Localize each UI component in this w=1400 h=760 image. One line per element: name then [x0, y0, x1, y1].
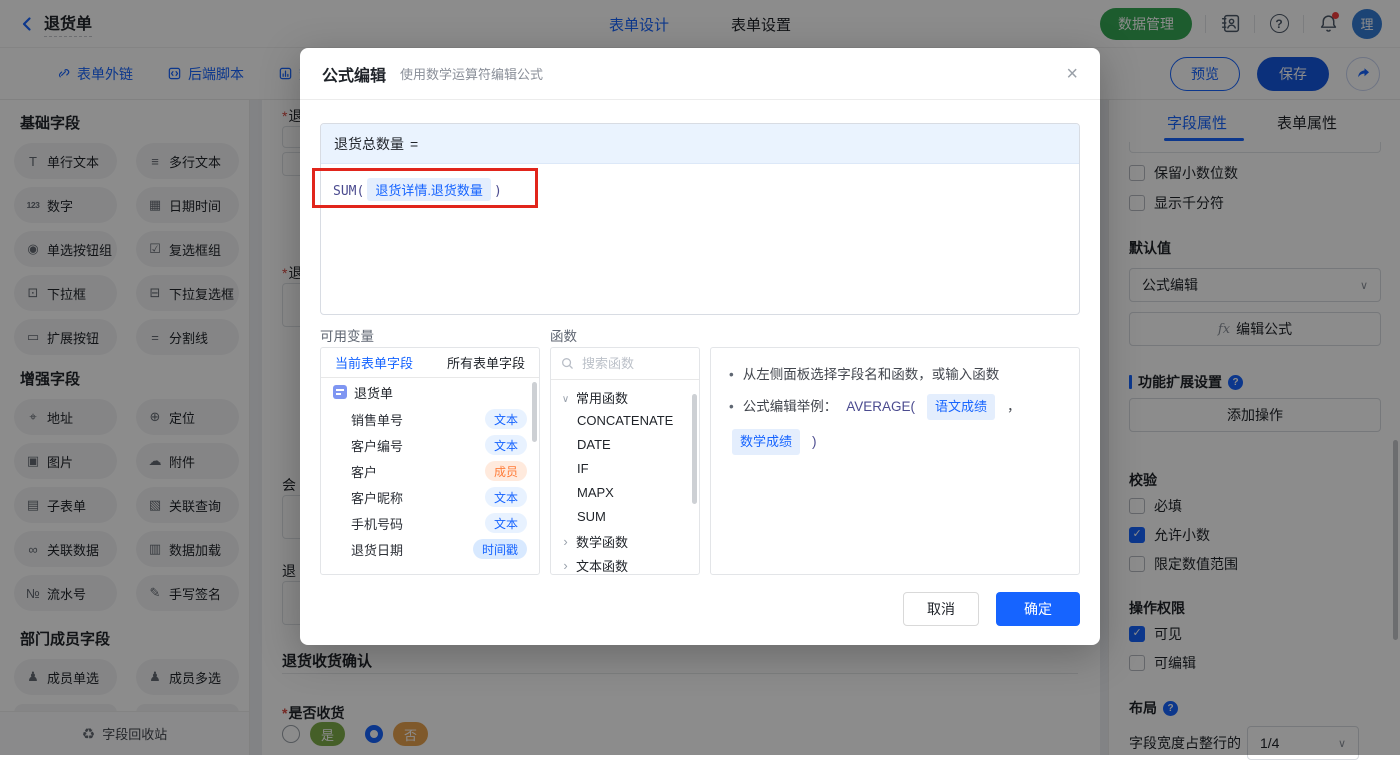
formula-target-bar: 退货总数量 =: [321, 124, 1079, 164]
function-token: ): [493, 184, 502, 199]
example-field-chip: 语文成绩: [927, 394, 996, 420]
tree-root-label: 退货单: [354, 385, 394, 401]
variables-tabs: 当前表单字段 所有表单字段: [321, 348, 539, 378]
variable-row[interactable]: 客户昵称 文本: [321, 484, 539, 510]
group-label: 数学函数: [576, 534, 629, 550]
modal-header: 公式编辑 使用数学运算符编辑公式 ×: [300, 48, 1100, 100]
function-list: 常用函数 CONCATENATE DATE IF MAPX SUM 数学函数 文…: [551, 380, 699, 574]
function-group-math[interactable]: 数学函数: [551, 529, 699, 553]
type-badge: 文本: [484, 513, 527, 533]
variable-row[interactable]: 手机号码 文本: [321, 510, 539, 536]
variable-name: 客户: [351, 464, 378, 480]
function-item[interactable]: DATE: [551, 433, 699, 457]
function-group-common[interactable]: 常用函数: [551, 385, 699, 409]
tab-current-form-fields[interactable]: 当前表单字段: [335, 353, 413, 372]
tip-line-2: 公式编辑举例： AVERAGE( 语文成绩 ， 数学成绩 ): [729, 394, 1061, 455]
modal-subtitle: 使用数学运算符编辑公式: [400, 67, 544, 82]
tab-all-form-fields[interactable]: 所有表单字段: [447, 353, 525, 372]
variable-row[interactable]: 客户编号 文本: [321, 432, 539, 458]
type-badge: 文本: [484, 487, 527, 507]
variables-panel: 当前表单字段 所有表单字段 退货单 销售单号 文本 客户编号 文本 客户 成员 客户昵…: [320, 347, 540, 575]
group-label: 常用函数: [576, 390, 629, 406]
form-doc-icon: [333, 385, 347, 399]
variable-name: 销售单号: [351, 412, 404, 428]
functions-panel: 常用函数 CONCATENATE DATE IF MAPX SUM 数学函数 文…: [550, 347, 700, 575]
formula-target-field: 退货总数量: [334, 135, 404, 152]
variables-label: 可用变量: [320, 329, 374, 344]
formula-edit-modal: 公式编辑 使用数学运算符编辑公式 × 退货总数量 = SUM(退货详情.退货数量…: [300, 48, 1100, 645]
tip-prefix: 公式编辑举例：: [742, 399, 838, 414]
type-badge: 文本: [484, 409, 527, 429]
functions-scrollbar[interactable]: [692, 394, 697, 504]
variable-name: 手机号码: [351, 516, 404, 532]
formula-editor[interactable]: 退货总数量 = SUM(退货详情.退货数量): [320, 123, 1080, 315]
function-search-input[interactable]: [580, 355, 680, 372]
modal-footer: 取消 确定: [903, 592, 1080, 626]
example-field-chip: 数学成绩: [732, 429, 801, 455]
function-token: SUM(: [333, 184, 365, 199]
type-badge: 时间戳: [472, 539, 527, 559]
function-search[interactable]: [551, 348, 699, 380]
example-close-paren: ): [812, 434, 817, 449]
functions-label: 函数: [550, 329, 577, 344]
variables-scrollbar[interactable]: [532, 382, 537, 442]
variable-row[interactable]: 销售单号 文本: [321, 406, 539, 432]
function-item[interactable]: MAPX: [551, 481, 699, 505]
function-item[interactable]: SUM: [551, 505, 699, 529]
type-badge: 文本: [484, 435, 527, 455]
variable-name: 客户编号: [351, 438, 404, 454]
confirm-button[interactable]: 确定: [996, 592, 1080, 626]
cancel-button[interactable]: 取消: [903, 592, 979, 626]
tip-line-1: 从左侧面板选择字段名和函数，或输入函数: [729, 364, 1061, 386]
field-chip[interactable]: 退货详情.退货数量: [367, 178, 491, 201]
example-function-token: AVERAGE(: [846, 399, 915, 414]
function-item[interactable]: CONCATENATE: [551, 409, 699, 433]
function-item[interactable]: IF: [551, 457, 699, 481]
variable-row[interactable]: 退货日期 时间戳: [321, 536, 539, 562]
caret-down-icon: [561, 390, 570, 405]
close-icon[interactable]: ×: [1066, 64, 1078, 84]
tree-root-form[interactable]: 退货单: [321, 378, 539, 406]
search-icon: [562, 358, 573, 369]
formula-input-area[interactable]: SUM(退货详情.退货数量): [321, 164, 1079, 215]
tip-text: 从左侧面板选择字段名和函数，或输入函数: [742, 367, 1000, 382]
comma: ，: [1007, 399, 1021, 414]
variable-name: 客户昵称: [351, 490, 404, 506]
caret-right-icon: [561, 534, 570, 549]
variable-row[interactable]: 客户 成员: [321, 458, 539, 484]
function-group-text[interactable]: 文本函数: [551, 553, 699, 574]
equals-sign: =: [410, 135, 419, 152]
caret-right-icon: [561, 558, 570, 573]
variable-name: 退货日期: [351, 542, 404, 558]
tips-panel: 从左侧面板选择字段名和函数，或输入函数 公式编辑举例： AVERAGE( 语文成…: [710, 347, 1080, 575]
type-badge: 成员: [484, 461, 527, 481]
modal-title: 公式编辑: [322, 67, 387, 85]
group-label: 文本函数: [576, 558, 629, 574]
